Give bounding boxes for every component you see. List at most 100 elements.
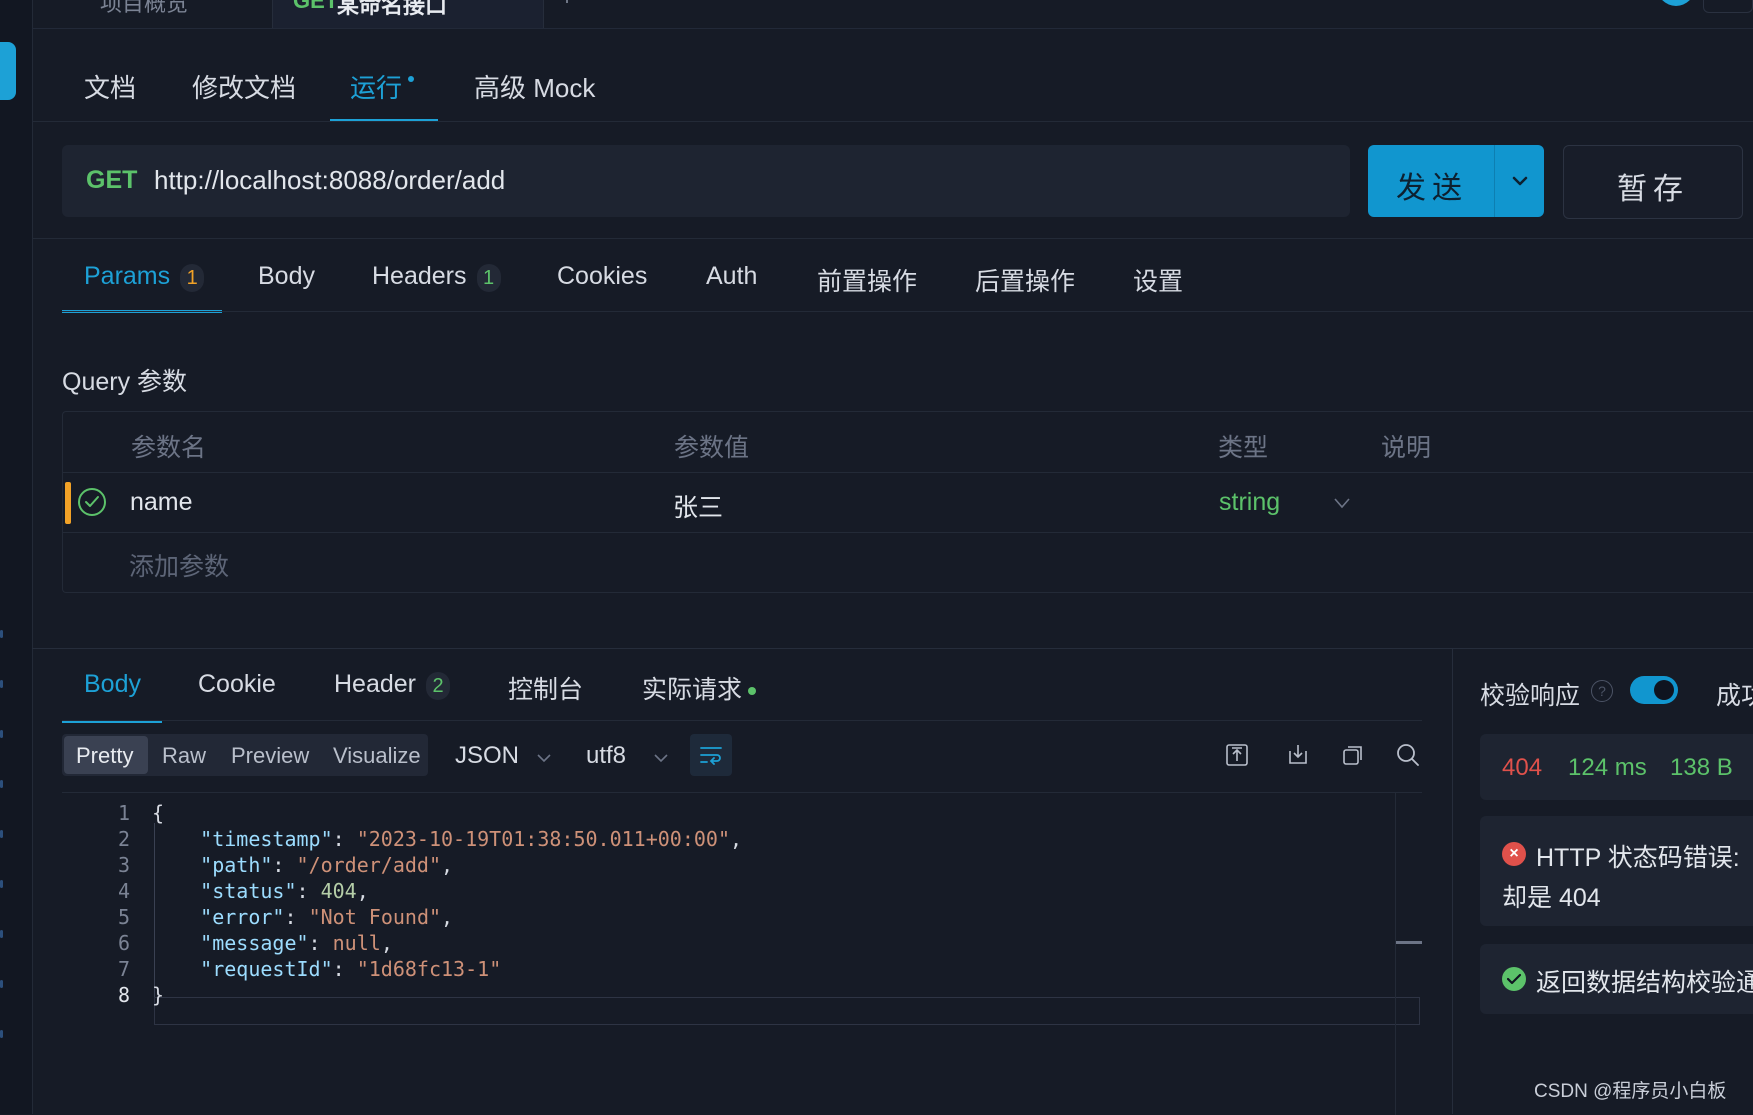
encoding-select[interactable]: utf8 (586, 742, 626, 770)
param-name-cell[interactable]: name (130, 488, 193, 517)
timestamp-value: 2023-10-19T01:38:50.011+00:00 (368, 827, 718, 851)
tab-pre-operations[interactable]: 前置操作 (817, 262, 917, 298)
tab-response-header[interactable]: Header 2 (334, 670, 450, 700)
status-value: 404 (320, 879, 357, 903)
top-right-button[interactable] (1703, 0, 1753, 13)
line-number: 1 (117, 801, 130, 825)
divider (1494, 145, 1495, 217)
tab-auth[interactable]: Auth (706, 262, 757, 291)
row-drag-handle[interactable] (65, 482, 71, 524)
tab-cookies[interactable]: Cookies (557, 262, 647, 291)
word-wrap-button[interactable] (690, 734, 732, 776)
rail-mark (0, 830, 3, 838)
tab-method: GET (293, 0, 339, 13)
rail-active-indicator[interactable] (0, 42, 16, 100)
url-input[interactable]: http://localhost:8088/order/add (154, 165, 505, 196)
param-type-select[interactable]: string (1219, 488, 1280, 517)
scrollbar[interactable] (1395, 793, 1396, 1115)
verify-response-toggle[interactable] (1630, 676, 1678, 704)
pane-divider[interactable] (32, 648, 1753, 649)
save-button[interactable]: 暂存 (1563, 145, 1743, 219)
param-table: 参数名 参数值 类型 说明 name 张三 string 添加参数 (62, 411, 1753, 593)
tab-docs[interactable]: 文档 (84, 68, 136, 105)
chevron-down-icon[interactable] (1508, 169, 1532, 193)
line-number: 4 (117, 879, 130, 903)
language-select[interactable]: JSON (455, 742, 519, 770)
tab-project-overview[interactable]: 项目概览 (70, 0, 300, 24)
error-icon: × (1502, 842, 1526, 866)
tab-current-request[interactable]: GET 某命名接口 (272, 0, 544, 28)
tab-label: Body (84, 670, 141, 698)
add-param-input[interactable]: 添加参数 (129, 547, 229, 583)
verify-mode-label[interactable]: 成功 (1716, 676, 1753, 712)
tab-headers[interactable]: Headers 1 (372, 262, 501, 292)
tab-label: Body (258, 262, 315, 290)
method-label[interactable]: GET (86, 166, 137, 195)
tab-run[interactable]: 运行 (350, 68, 415, 105)
tab-label: Cookie (198, 670, 276, 698)
tab-label: Header (334, 670, 416, 698)
tab-console[interactable]: 控制台 (508, 670, 583, 706)
divider (63, 472, 1753, 473)
param-value-cell[interactable]: 张三 (673, 488, 723, 524)
line-number: 2 (117, 827, 130, 851)
chevron-down-icon[interactable] (651, 748, 671, 768)
json-value: "/order/add" (296, 853, 442, 877)
json-key: "requestId" (200, 957, 333, 981)
tab-response-body[interactable]: Body (84, 670, 141, 699)
tab-post-operations[interactable]: 后置操作 (975, 262, 1075, 298)
tab-label: Auth (706, 262, 758, 290)
error-value: Not Found (320, 905, 429, 929)
scrollbar-thumb[interactable] (1396, 941, 1422, 944)
send-button[interactable]: 发送 (1368, 145, 1544, 217)
code-line: "requestId": "1d68fc13-1" (200, 957, 502, 981)
pane-divider-vertical[interactable] (1452, 648, 1453, 1114)
json-value: "2023-10-19T01:38:50.011+00:00" (356, 827, 731, 851)
copy-icon[interactable] (1340, 742, 1366, 768)
mode-preview[interactable]: Preview (231, 743, 309, 769)
response-code-editor[interactable]: 1 2 3 4 5 6 7 8 { "timestamp": "2023-10-… (62, 792, 1422, 1115)
json-value: "Not Found" (308, 905, 442, 929)
collapse-icon[interactable] (1224, 742, 1250, 768)
line-number: 3 (117, 853, 130, 877)
code-line: "message": null, (200, 931, 393, 955)
code-line: "timestamp": "2023-10-19T01:38:50.011+00… (200, 827, 743, 851)
url-bar[interactable]: GET http://localhost:8088/order/add (62, 145, 1350, 217)
status-dot (748, 687, 757, 696)
tab-settings[interactable]: 设置 (1133, 262, 1183, 298)
json-key: "path" (200, 853, 273, 877)
request-id-value: 1d68fc13-1 (368, 957, 490, 981)
json-key: "status" (200, 879, 297, 903)
download-icon[interactable] (1285, 742, 1311, 768)
chevron-down-icon[interactable] (1331, 492, 1353, 514)
tab-label: 后置操作 (975, 268, 1076, 296)
status-error-card: × HTTP 状态码错误: 却是 404 (1480, 816, 1753, 926)
divider (32, 238, 1753, 239)
search-icon[interactable] (1395, 742, 1421, 768)
row-enabled-checkbox[interactable] (78, 488, 106, 516)
json-key: "timestamp" (200, 827, 333, 851)
save-label: 暂存 (1617, 173, 1689, 206)
chevron-down-icon[interactable] (534, 748, 554, 768)
tab-label: Headers (372, 262, 467, 290)
line-number: 6 (117, 931, 130, 955)
column-header-value: 参数值 (674, 434, 750, 462)
new-tab-button[interactable]: + (560, 0, 574, 12)
tab-body[interactable]: Body (258, 262, 315, 291)
rail-mark (0, 630, 3, 638)
mode-pretty[interactable]: Pretty (76, 743, 133, 769)
code-line: } (152, 983, 165, 1007)
mode-raw[interactable]: Raw (162, 743, 206, 769)
view-mode-group: Pretty Raw Preview Visualize (62, 734, 428, 776)
current-line-highlight (154, 997, 1420, 1025)
tab-actual-request[interactable]: 实际请求 (642, 670, 757, 706)
help-icon[interactable]: ? (1591, 680, 1613, 702)
tab-params[interactable]: Params 1 (84, 262, 205, 292)
code-line: { (152, 801, 165, 825)
send-label: 发送 (1396, 172, 1468, 205)
avatar[interactable] (1657, 0, 1695, 6)
tab-edit-docs[interactable]: 修改文档 (192, 68, 296, 105)
mode-visualize[interactable]: Visualize (333, 743, 421, 769)
tab-advanced-mock[interactable]: 高级 Mock (474, 68, 595, 105)
tab-response-cookie[interactable]: Cookie (198, 670, 276, 699)
